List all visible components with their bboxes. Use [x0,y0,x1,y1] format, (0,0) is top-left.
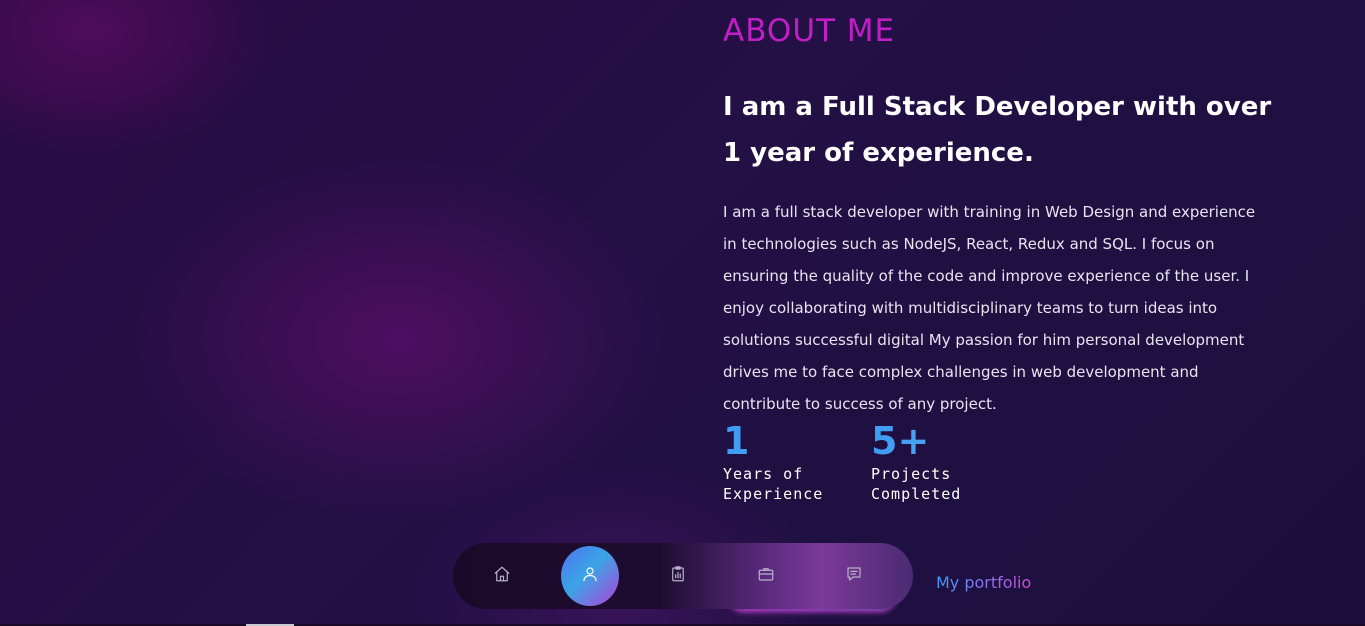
stat-label: Projects Completed [871,465,962,503]
about-section: ABOUT ME I am a Full Stack Developer wit… [723,12,1283,420]
stats-row: 1 Years of Experience 5+ Projects Comple… [723,418,1019,504]
brand-link[interactable]: My portfolio [936,571,1031,595]
stat-label: Years of Experience [723,465,824,503]
bottom-nav [453,543,913,609]
nav-item-about[interactable] [561,546,619,606]
home-icon [493,565,511,587]
nav-item-skills[interactable] [649,546,707,606]
nav-item-home[interactable] [473,546,531,606]
stat-number: 5+ [871,418,1019,464]
briefcase-icon [757,565,775,587]
about-title: I am a Full Stack Developer with over 1 … [723,92,1272,168]
nav-item-projects[interactable] [737,546,795,606]
user-icon [581,565,599,587]
about-heading: ABOUT ME [723,13,896,49]
nav-item-contact[interactable] [825,546,883,606]
message-icon [845,565,863,587]
stat-number: 1 [723,418,871,464]
stat-experience: 1 Years of Experience [723,418,871,504]
clipboard-chart-icon [669,565,687,587]
stat-projects: 5+ Projects Completed [871,418,1019,504]
about-description: I am a full stack developer with trainin… [723,203,1256,413]
